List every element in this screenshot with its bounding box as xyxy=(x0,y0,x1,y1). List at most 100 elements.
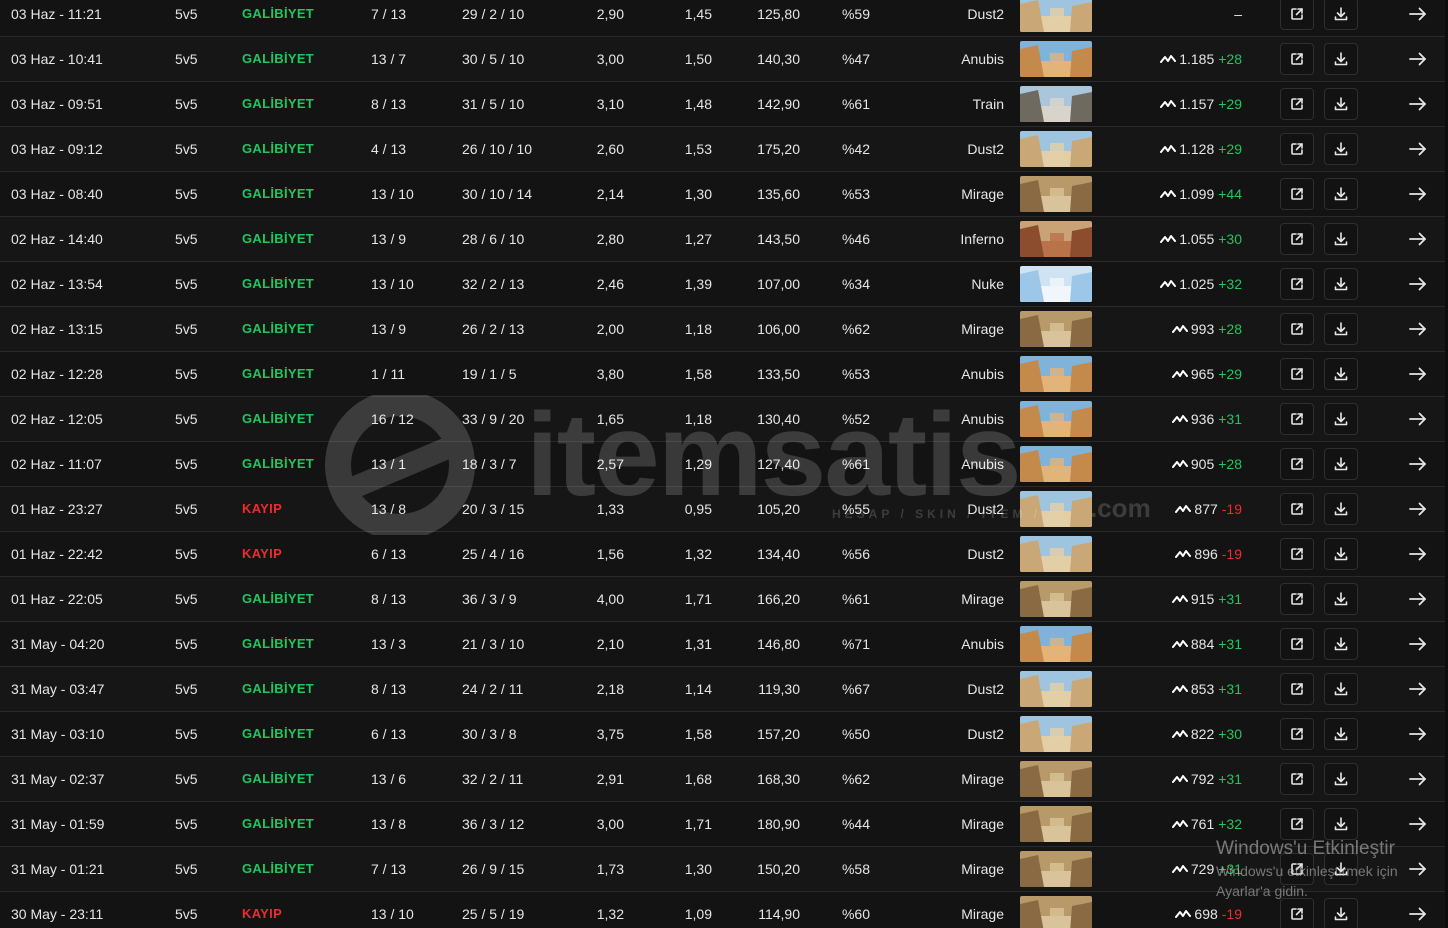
table-row[interactable]: 01 Haz - 23:27 5v5 KAYIP 13 / 8 20 / 3 / 15 1… xyxy=(0,487,1445,532)
match-details-arrow[interactable] xyxy=(1406,442,1430,486)
table-row[interactable]: 31 May - 04:20 5v5 GALİBİYET 13 / 3 21 / 3 /… xyxy=(0,622,1445,667)
open-match-button[interactable] xyxy=(1280,88,1314,120)
open-match-button[interactable] xyxy=(1280,223,1314,255)
open-match-button[interactable] xyxy=(1280,808,1314,840)
match-kr-ratio: 0,95 xyxy=(684,501,712,517)
match-details-arrow[interactable] xyxy=(1406,847,1430,891)
table-row[interactable]: 31 May - 01:59 5v5 GALİBİYET 13 / 8 36 / 3 /… xyxy=(0,802,1445,847)
match-details-arrow[interactable] xyxy=(1406,622,1430,666)
match-details-arrow[interactable] xyxy=(1406,172,1430,216)
table-row[interactable]: 02 Haz - 13:54 5v5 GALİBİYET 13 / 10 32 / 2 … xyxy=(0,262,1445,307)
table-row[interactable]: 02 Haz - 14:40 5v5 GALİBİYET 13 / 9 28 / 6 /… xyxy=(0,217,1445,262)
download-demo-button[interactable] xyxy=(1324,133,1358,165)
table-row[interactable]: 03 Haz - 11:21 5v5 GALİBİYET 7 / 13 29 / 2 /… xyxy=(0,0,1445,37)
download-demo-button[interactable] xyxy=(1324,268,1358,300)
download-demo-button[interactable] xyxy=(1324,628,1358,660)
match-details-arrow[interactable] xyxy=(1406,892,1430,928)
match-kd-ratio: 3,00 xyxy=(596,816,624,832)
table-row[interactable]: 02 Haz - 11:07 5v5 GALİBİYET 13 / 1 18 / 3 /… xyxy=(0,442,1445,487)
external-link-icon xyxy=(1289,681,1305,697)
open-match-button[interactable] xyxy=(1280,763,1314,795)
match-details-arrow[interactable] xyxy=(1406,802,1430,846)
download-demo-button[interactable] xyxy=(1324,808,1358,840)
table-row[interactable]: 03 Haz - 10:41 5v5 GALİBİYET 13 / 7 30 / 5 /… xyxy=(0,37,1445,82)
match-details-arrow[interactable] xyxy=(1406,577,1430,621)
match-kr-ratio: 1,45 xyxy=(684,6,712,22)
download-demo-button[interactable] xyxy=(1324,493,1358,525)
elo-change: 884 +31 xyxy=(1100,622,1242,666)
table-row[interactable]: 01 Haz - 22:42 5v5 KAYIP 6 / 13 25 / 4 / 16 1… xyxy=(0,532,1445,577)
open-match-button[interactable] xyxy=(1280,898,1314,928)
match-details-arrow[interactable] xyxy=(1406,712,1430,756)
match-result: GALİBİYET xyxy=(242,6,315,21)
download-demo-button[interactable] xyxy=(1324,898,1358,928)
table-row[interactable]: 02 Haz - 12:05 5v5 GALİBİYET 16 / 12 33 / 9 … xyxy=(0,397,1445,442)
table-row[interactable]: 31 May - 02:37 5v5 GALİBİYET 13 / 6 32 / 2 /… xyxy=(0,757,1445,802)
download-demo-button[interactable] xyxy=(1324,403,1358,435)
table-row[interactable]: 03 Haz - 09:51 5v5 GALİBİYET 8 / 13 31 / 5 /… xyxy=(0,82,1445,127)
open-match-button[interactable] xyxy=(1280,0,1314,30)
match-details-arrow[interactable] xyxy=(1406,262,1430,306)
match-details-arrow[interactable] xyxy=(1406,487,1430,531)
download-demo-button[interactable] xyxy=(1324,718,1358,750)
open-match-button[interactable] xyxy=(1280,313,1314,345)
elo-change: 993 +28 xyxy=(1100,307,1242,351)
table-row[interactable]: 31 May - 03:47 5v5 GALİBİYET 8 / 13 24 / 2 /… xyxy=(0,667,1445,712)
open-match-button[interactable] xyxy=(1280,43,1314,75)
match-details-arrow[interactable] xyxy=(1406,667,1430,711)
open-match-button[interactable] xyxy=(1280,448,1314,480)
open-match-button[interactable] xyxy=(1280,853,1314,885)
table-row[interactable]: 31 May - 01:21 5v5 GALİBİYET 7 / 13 26 / 9 /… xyxy=(0,847,1445,892)
open-match-button[interactable] xyxy=(1280,628,1314,660)
open-match-button[interactable] xyxy=(1280,403,1314,435)
table-row[interactable]: 31 May - 03:10 5v5 GALİBİYET 6 / 13 30 / 3 /… xyxy=(0,712,1445,757)
elo-delta: +32 xyxy=(1218,276,1242,292)
download-demo-button[interactable] xyxy=(1324,0,1358,30)
match-details-arrow[interactable] xyxy=(1406,217,1430,261)
match-details-arrow[interactable] xyxy=(1406,307,1430,351)
open-match-button[interactable] xyxy=(1280,673,1314,705)
table-row[interactable]: 03 Haz - 09:12 5v5 GALİBİYET 4 / 13 26 / 10 … xyxy=(0,127,1445,172)
download-demo-button[interactable] xyxy=(1324,538,1358,570)
elo-trend-icon xyxy=(1171,352,1188,396)
match-details-arrow[interactable] xyxy=(1406,397,1430,441)
download-demo-button[interactable] xyxy=(1324,88,1358,120)
table-row[interactable]: 03 Haz - 08:40 5v5 GALİBİYET 13 / 10 30 / 10… xyxy=(0,172,1445,217)
match-details-arrow[interactable] xyxy=(1406,757,1430,801)
download-demo-button[interactable] xyxy=(1324,673,1358,705)
download-demo-button[interactable] xyxy=(1324,853,1358,885)
open-match-button[interactable] xyxy=(1280,358,1314,390)
table-row[interactable]: 02 Haz - 13:15 5v5 GALİBİYET 13 / 9 26 / 2 /… xyxy=(0,307,1445,352)
map-thumbnail xyxy=(1020,626,1092,662)
table-row[interactable]: 01 Haz - 22:05 5v5 GALİBİYET 8 / 13 36 / 3 /… xyxy=(0,577,1445,622)
elo-value: 993 xyxy=(1190,321,1215,337)
open-match-button[interactable] xyxy=(1280,493,1314,525)
match-details-arrow[interactable] xyxy=(1406,532,1430,576)
arrow-right-icon xyxy=(1409,97,1427,111)
open-match-button[interactable] xyxy=(1280,718,1314,750)
download-demo-button[interactable] xyxy=(1324,763,1358,795)
open-match-button[interactable] xyxy=(1280,133,1314,165)
match-details-arrow[interactable] xyxy=(1406,82,1430,126)
match-mode: 5v5 xyxy=(175,681,198,697)
download-demo-button[interactable] xyxy=(1324,313,1358,345)
table-row[interactable]: 30 May - 23:11 5v5 KAYIP 13 / 10 25 / 5 / 19… xyxy=(0,892,1445,928)
match-details-arrow[interactable] xyxy=(1406,0,1430,36)
table-row[interactable]: 02 Haz - 12:28 5v5 GALİBİYET 1 / 11 19 / 1 /… xyxy=(0,352,1445,397)
open-match-button[interactable] xyxy=(1280,178,1314,210)
external-link-icon xyxy=(1289,816,1305,832)
elo-delta: -19 xyxy=(1221,546,1242,562)
download-demo-button[interactable] xyxy=(1324,223,1358,255)
open-match-button[interactable] xyxy=(1280,538,1314,570)
match-details-arrow[interactable] xyxy=(1406,352,1430,396)
download-demo-button[interactable] xyxy=(1324,448,1358,480)
match-details-arrow[interactable] xyxy=(1406,37,1430,81)
download-demo-button[interactable] xyxy=(1324,43,1358,75)
download-demo-button[interactable] xyxy=(1324,178,1358,210)
open-match-button[interactable] xyxy=(1280,268,1314,300)
match-map-name: Mirage xyxy=(961,906,1004,922)
open-match-button[interactable] xyxy=(1280,583,1314,615)
download-demo-button[interactable] xyxy=(1324,358,1358,390)
match-details-arrow[interactable] xyxy=(1406,127,1430,171)
download-demo-button[interactable] xyxy=(1324,583,1358,615)
